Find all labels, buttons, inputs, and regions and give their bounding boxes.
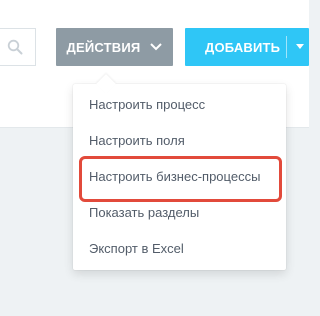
menu-item-label: Показать разделы — [89, 204, 200, 220]
menu-item-export-excel[interactable]: Экспорт в Excel — [73, 234, 286, 262]
menu-item-configure-fields[interactable]: Настроить поля — [73, 126, 286, 154]
menu-item-label: Настроить поля — [89, 132, 185, 148]
actions-button-label: ДЕЙСТВИЯ — [66, 39, 141, 55]
menu-item-label: Экспорт в Excel — [89, 240, 184, 256]
chevron-down-icon — [150, 43, 163, 51]
menu-item-label: Настроить бизнес-процессы — [89, 168, 261, 184]
chevron-down-icon[interactable] — [295, 43, 305, 51]
actions-dropdown-menu: Настроить процесс Настроить поля Настрои… — [73, 74, 286, 270]
menu-item-configure-business-processes[interactable]: Настроить бизнес-процессы — [73, 162, 286, 190]
add-button-label: ДОБАВИТЬ — [205, 39, 281, 55]
search-icon — [7, 39, 23, 55]
add-button-divider — [286, 36, 287, 58]
search-input[interactable] — [0, 28, 36, 66]
actions-button[interactable]: ДЕЙСТВИЯ — [56, 28, 173, 66]
menu-item-configure-process[interactable]: Настроить процесс — [73, 90, 286, 118]
menu-item-label: Настроить процесс — [89, 96, 206, 112]
menu-item-show-sections[interactable]: Показать разделы — [73, 198, 286, 226]
add-button[interactable]: ДОБАВИТЬ — [185, 28, 309, 66]
